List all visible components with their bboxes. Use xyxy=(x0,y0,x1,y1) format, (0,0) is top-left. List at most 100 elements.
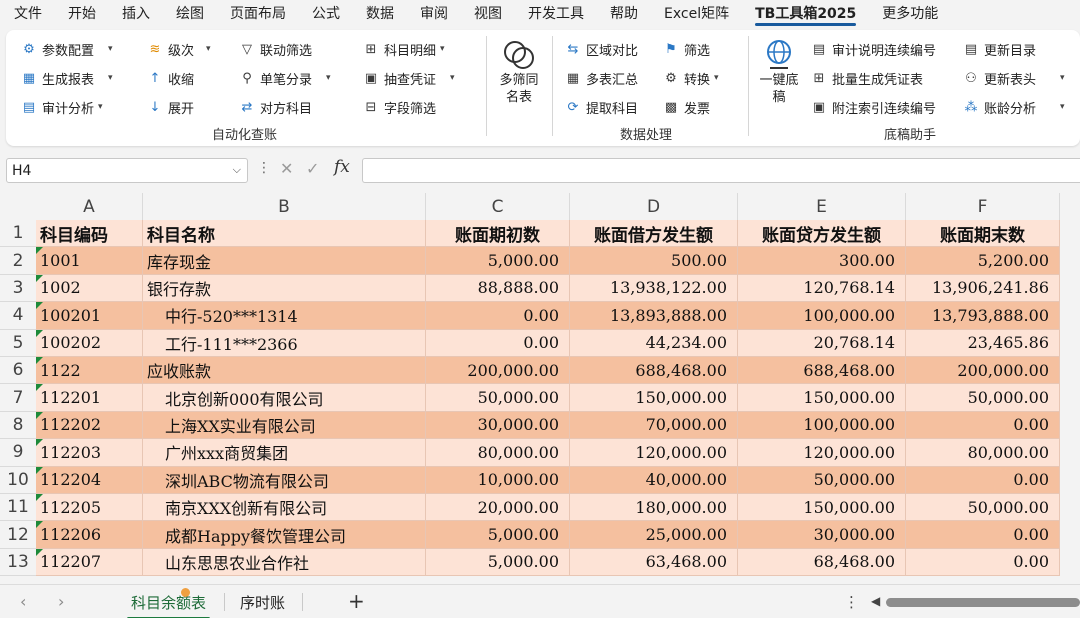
menu-item-6[interactable]: 数据 xyxy=(366,3,394,23)
header-cell[interactable]: 科目名称 xyxy=(143,220,426,248)
level-button[interactable]: ≋ 级次 ▾ xyxy=(146,38,211,60)
name-box[interactable]: H4 ⌵ xyxy=(6,158,248,183)
cell-credit[interactable]: 100,000.00 xyxy=(738,302,906,330)
cell-closing[interactable]: 0.00 xyxy=(906,521,1060,549)
row-number[interactable]: 1 xyxy=(0,220,36,248)
cell-code[interactable]: 100202 xyxy=(36,329,143,357)
cell-opening[interactable]: 0.00 xyxy=(426,329,570,357)
expand-button[interactable]: ↓ 展开 xyxy=(146,96,194,118)
cell-name[interactable]: 成都Happy餐饮管理公司 xyxy=(143,521,426,549)
cell-name[interactable]: 库存现金 xyxy=(143,247,426,275)
sample-voucher-button[interactable]: ▣ 抽查凭证 ▾ xyxy=(362,67,455,89)
cell-name[interactable]: 应收账款 xyxy=(143,357,426,385)
menu-item-4[interactable]: 页面布局 xyxy=(230,3,286,23)
cell-debit[interactable]: 25,000.00 xyxy=(570,521,738,549)
cell-code[interactable]: 112201 xyxy=(36,384,143,412)
cell-debit[interactable]: 688,468.00 xyxy=(570,357,738,385)
cell-name[interactable]: 银行存款 xyxy=(143,274,426,303)
cell-code[interactable]: 112207 xyxy=(36,548,143,577)
multi-filter-same-name-button[interactable]: 多筛同名表 xyxy=(494,38,544,106)
column-header-c[interactable]: C xyxy=(426,193,570,220)
menu-item-9[interactable]: 开发工具 xyxy=(528,3,584,23)
cell-closing[interactable]: 80,000.00 xyxy=(906,439,1060,467)
one-key-working-paper-button[interactable]: 一键底稿 xyxy=(756,38,802,106)
cell-closing[interactable]: 0.00 xyxy=(906,548,1060,577)
insert-function-icon[interactable]: fx xyxy=(334,157,350,177)
header-cell[interactable]: 账面借方发生额 xyxy=(570,220,738,248)
column-header-d[interactable]: D xyxy=(570,193,738,220)
confirm-icon[interactable]: ✓ xyxy=(306,159,319,178)
column-header-b[interactable]: B xyxy=(143,193,426,220)
account-detail-button[interactable]: ⊞ 科目明细 ▾ xyxy=(362,38,445,60)
cell-closing[interactable]: 50,000.00 xyxy=(906,494,1060,522)
row-number[interactable]: 6 xyxy=(0,357,36,385)
cell-name[interactable]: 深圳ABC物流有限公司 xyxy=(143,466,426,494)
menu-item-5[interactable]: 公式 xyxy=(312,3,340,23)
row-number[interactable]: 3 xyxy=(0,274,36,303)
cell-credit[interactable]: 30,000.00 xyxy=(738,521,906,549)
cell-closing[interactable]: 13,793,888.00 xyxy=(906,302,1060,330)
cell-opening[interactable]: 5,000.00 xyxy=(426,247,570,275)
header-cell[interactable]: 账面贷方发生额 xyxy=(738,220,906,248)
cell-debit[interactable]: 180,000.00 xyxy=(570,494,738,522)
row-number[interactable]: 10 xyxy=(0,466,36,494)
cell-code[interactable]: 1122 xyxy=(36,357,143,385)
cell-debit[interactable]: 63,468.00 xyxy=(570,548,738,577)
cell-code[interactable]: 1002 xyxy=(36,274,143,303)
field-filter-button[interactable]: ⊟ 字段筛选 xyxy=(362,96,436,118)
cell-credit[interactable]: 150,000.00 xyxy=(738,494,906,522)
cell-opening[interactable]: 88,888.00 xyxy=(426,274,570,303)
cell-credit[interactable]: 300.00 xyxy=(738,247,906,275)
scroll-left-icon[interactable]: ◀ xyxy=(871,594,880,608)
cell-credit[interactable]: 50,000.00 xyxy=(738,466,906,494)
cell-name[interactable]: 上海XX实业有限公司 xyxy=(143,411,426,440)
convert-button[interactable]: ⚙ 转换 ▾ xyxy=(662,67,718,89)
cell-name[interactable]: 工行-111***2366 xyxy=(143,329,426,357)
counter-account-button[interactable]: ⇄ 对方科目 xyxy=(238,96,312,118)
cell-code[interactable]: 112203 xyxy=(36,439,143,467)
cell-name[interactable]: 中行-520***1314 xyxy=(143,302,426,330)
row-number[interactable]: 7 xyxy=(0,384,36,412)
cell-debit[interactable]: 13,893,888.00 xyxy=(570,302,738,330)
cell-code[interactable]: 112205 xyxy=(36,494,143,522)
menu-item-3[interactable]: 绘图 xyxy=(176,3,204,23)
horizontal-scrollbar[interactable] xyxy=(886,598,1080,607)
cell-name[interactable]: 北京创新000有限公司 xyxy=(143,384,426,412)
cell-credit[interactable]: 150,000.00 xyxy=(738,384,906,412)
row-number[interactable]: 2 xyxy=(0,247,36,275)
region-compare-button[interactable]: ⇆ 区域对比 xyxy=(564,38,638,60)
cell-name[interactable]: 山东思思农业合作社 xyxy=(143,548,426,577)
cell-opening[interactable]: 50,000.00 xyxy=(426,384,570,412)
menu-item-12[interactable]: TB工具箱2025 xyxy=(755,3,857,26)
cancel-icon[interactable]: ✕ xyxy=(280,159,293,178)
cell-debit[interactable]: 120,000.00 xyxy=(570,439,738,467)
param-config-button[interactable]: ⚙ 参数配置 ▾ xyxy=(20,38,112,60)
cell-credit[interactable]: 120,768.14 xyxy=(738,274,906,303)
multi-sheet-summary-button[interactable]: ▦ 多表汇总 xyxy=(564,67,638,89)
row-number[interactable]: 5 xyxy=(0,329,36,357)
cell-opening[interactable]: 10,000.00 xyxy=(426,466,570,494)
cell-debit[interactable]: 40,000.00 xyxy=(570,466,738,494)
chevron-left-icon[interactable]: ‹ xyxy=(20,592,26,611)
header-cell[interactable]: 账面期末数 xyxy=(906,220,1060,248)
column-header-e[interactable]: E xyxy=(738,193,906,220)
generate-report-button[interactable]: ▦ 生成报表 ▾ xyxy=(20,67,113,89)
cell-code[interactable]: 112204 xyxy=(36,466,143,494)
menu-item-0[interactable]: 文件 xyxy=(14,3,42,23)
cell-code[interactable]: 112206 xyxy=(36,521,143,549)
cell-debit[interactable]: 500.00 xyxy=(570,247,738,275)
note-index-numbering-button[interactable]: ▣ 附注索引连续编号 xyxy=(810,96,936,118)
single-entry-button[interactable]: ⚲ 单笔分录 ▾ xyxy=(238,67,330,89)
menu-item-1[interactable]: 开始 xyxy=(68,3,96,23)
cell-closing[interactable]: 13,906,241.86 xyxy=(906,274,1060,303)
cell-opening[interactable]: 5,000.00 xyxy=(426,521,570,549)
menu-item-8[interactable]: 视图 xyxy=(474,3,502,23)
cell-debit[interactable]: 13,938,122.00 xyxy=(570,274,738,303)
cell-opening[interactable]: 30,000.00 xyxy=(426,411,570,440)
menu-item-13[interactable]: 更多功能 xyxy=(882,3,938,23)
invoice-button[interactable]: ▩ 发票 xyxy=(662,96,710,118)
cell-closing[interactable]: 50,000.00 xyxy=(906,384,1060,412)
chevron-down-icon[interactable]: ⌵ xyxy=(233,163,241,177)
cell-credit[interactable]: 20,768.14 xyxy=(738,329,906,357)
row-number[interactable]: 12 xyxy=(0,521,36,549)
